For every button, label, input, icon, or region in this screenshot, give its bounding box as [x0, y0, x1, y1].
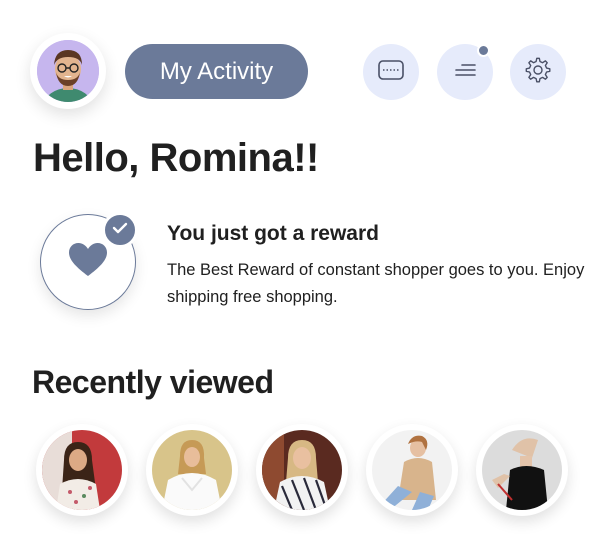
avatar-image	[37, 40, 99, 102]
recently-viewed-item[interactable]	[476, 424, 568, 516]
profile-avatar[interactable]	[30, 33, 106, 109]
menu-button[interactable]	[437, 44, 493, 100]
recently-viewed-title: Recently viewed	[32, 364, 274, 400]
floral-blouse-image	[42, 430, 122, 510]
check-badge	[102, 212, 138, 248]
recently-viewed-item[interactable]	[366, 424, 458, 516]
voucher-button[interactable]	[363, 44, 419, 100]
reward-description: The Best Reward of constant shopper goes…	[167, 261, 585, 306]
beige-knit-image	[372, 430, 452, 510]
settings-button[interactable]	[510, 44, 566, 100]
my-activity-button[interactable]: My Activity	[125, 44, 308, 99]
menu-icon	[454, 63, 476, 82]
striped-shirt-image	[262, 430, 342, 510]
heart-icon	[68, 242, 108, 283]
gear-icon	[524, 56, 552, 89]
greeting-title: Hello, Romina!!	[33, 136, 319, 180]
check-icon	[112, 221, 128, 239]
black-top-image	[482, 430, 562, 510]
notification-dot	[477, 44, 490, 57]
voucher-icon	[377, 59, 405, 86]
white-sweater-image	[152, 430, 232, 510]
recently-viewed-item[interactable]	[36, 424, 128, 516]
recently-viewed-item[interactable]	[256, 424, 348, 516]
recently-viewed-item[interactable]	[146, 424, 238, 516]
reward-title: You just got a reward	[167, 222, 379, 245]
